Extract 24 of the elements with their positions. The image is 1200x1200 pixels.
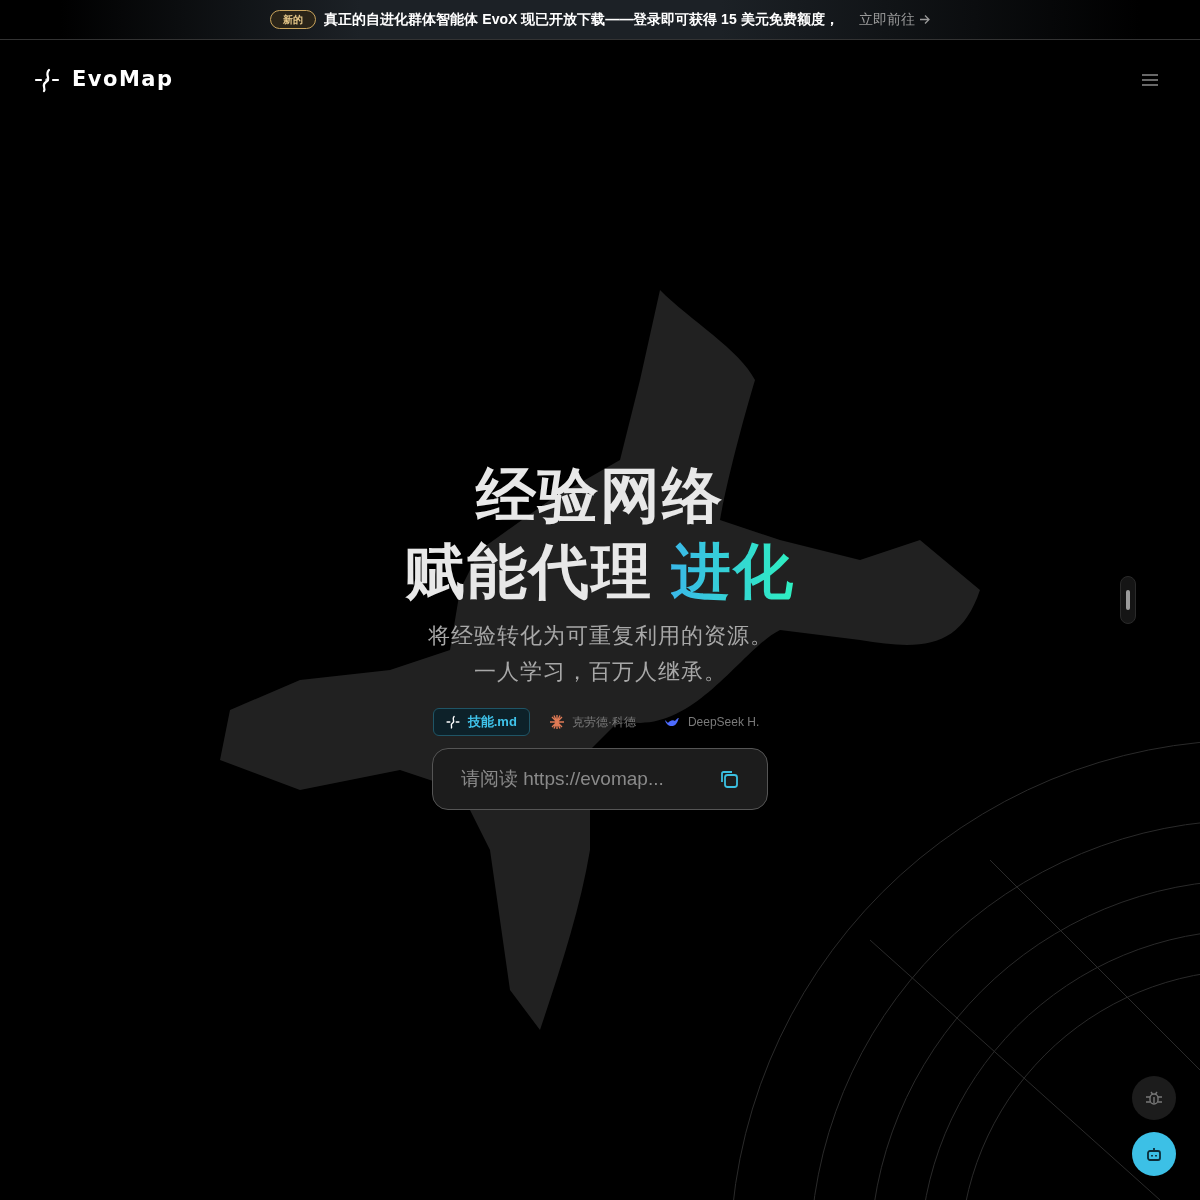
hero-subtitle: 将经验转化为可重复利用的资源。 (427, 622, 773, 650)
hero-title: 赋能代理 进化 (404, 537, 796, 607)
robot-icon (1145, 1145, 1163, 1163)
logo-icon (34, 67, 60, 93)
logo-icon (445, 715, 460, 729)
scrollbar (1120, 576, 1136, 624)
hero-subtitle: 一人学习，百万人继承。 (473, 658, 727, 686)
bug-report-button[interactable] (1132, 1076, 1176, 1120)
hero-title: 经验网络 (476, 461, 724, 531)
agent-tab[interactable]: 克劳德·科德 (541, 708, 644, 736)
agent-tab[interactable]: 技能.md (432, 708, 530, 736)
agent-tab[interactable]: DeepSeek H. (655, 708, 768, 736)
starburst-icon (549, 715, 564, 729)
go-now-link[interactable]: 立即前往 (858, 9, 930, 30)
whale-icon (663, 715, 680, 729)
assistant-button[interactable] (1132, 1132, 1176, 1176)
copy-icon[interactable] (719, 769, 739, 789)
logo-text: EvoMap (72, 66, 174, 94)
arrow-right-icon (918, 14, 930, 25)
new-badge: 新的 (270, 10, 317, 29)
announcement-text: 真正的自进化群体智能体 EvoX 现已开放下载——登录即可获得 15 美元免费额度， (324, 10, 839, 29)
menu-icon[interactable] (1142, 73, 1158, 87)
prompt-field[interactable]: 请阅读 https://evomap... (432, 748, 768, 810)
bug-icon (1145, 1089, 1163, 1107)
